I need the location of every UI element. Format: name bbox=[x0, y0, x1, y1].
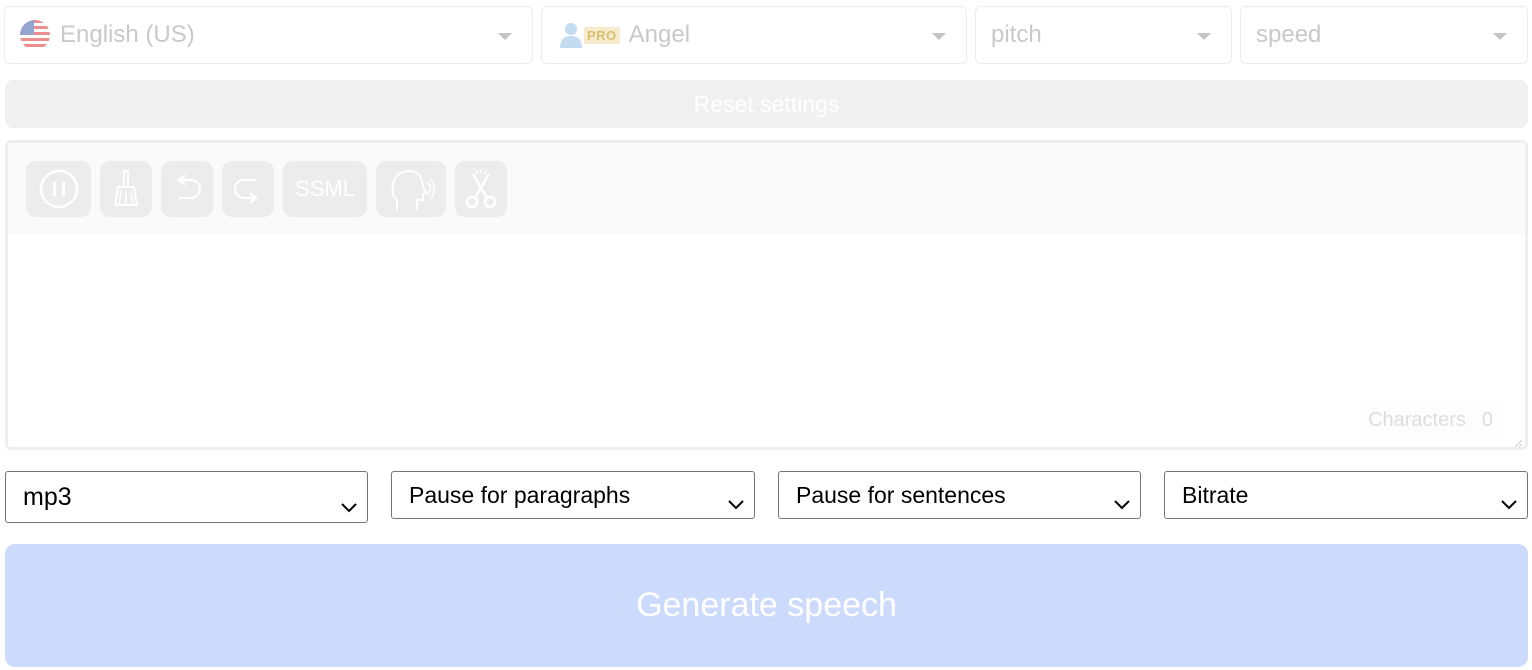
bitrate-select-value: Bitrate bbox=[1182, 481, 1249, 508]
undo-arrow-icon bbox=[169, 171, 205, 207]
chevron-down-icon bbox=[341, 491, 357, 520]
ssml-label: SSML bbox=[295, 176, 355, 201]
paragraph-pause-select-value: Pause for paragraphs bbox=[409, 481, 631, 508]
resize-grip-icon[interactable] bbox=[1513, 435, 1523, 448]
caret-down-icon bbox=[498, 33, 512, 40]
pitch-select[interactable]: pitch bbox=[975, 6, 1232, 64]
chevron-down-icon bbox=[1114, 489, 1130, 516]
redo-arrow-icon bbox=[230, 171, 266, 207]
character-counter-value: 0 bbox=[1481, 408, 1493, 431]
scissors-icon bbox=[463, 168, 499, 210]
speed-select[interactable]: speed bbox=[1240, 6, 1528, 64]
sentence-pause-select[interactable]: Pause for sentences bbox=[778, 471, 1141, 519]
caret-down-icon bbox=[932, 33, 946, 40]
text-editor[interactable]: SSML Characters 0 bbox=[5, 140, 1528, 450]
us-flag-icon bbox=[20, 20, 50, 50]
redo-button[interactable] bbox=[222, 161, 274, 217]
voice-select-value: Angel bbox=[628, 21, 691, 48]
bitrate-select[interactable]: Bitrate bbox=[1164, 471, 1528, 519]
editor-toolbar: SSML bbox=[8, 143, 1525, 234]
ssml-button[interactable]: SSML bbox=[283, 161, 367, 217]
chevron-down-icon bbox=[1501, 489, 1517, 516]
caret-down-icon bbox=[1197, 33, 1211, 40]
format-select-value: mp3 bbox=[23, 482, 72, 511]
voice-select[interactable]: PRO Angel bbox=[541, 6, 967, 64]
broom-icon bbox=[109, 169, 143, 209]
language-select-value: English (US) bbox=[60, 21, 195, 48]
undo-button[interactable] bbox=[161, 161, 213, 217]
clear-button[interactable] bbox=[100, 161, 152, 217]
speed-select-value: speed bbox=[1256, 21, 1322, 48]
reset-settings-button[interactable]: Reset settings bbox=[5, 80, 1528, 128]
language-select[interactable]: English (US) bbox=[4, 6, 533, 64]
pro-badge: PRO bbox=[584, 26, 620, 44]
format-select[interactable]: mp3 bbox=[5, 471, 368, 523]
character-counter: Characters 0 bbox=[1358, 403, 1503, 437]
paragraph-pause-select[interactable]: Pause for paragraphs bbox=[391, 471, 755, 519]
sentence-pause-select-value: Pause for sentences bbox=[796, 481, 1006, 508]
speaking-head-icon bbox=[387, 166, 435, 212]
voice-preview-button[interactable] bbox=[376, 161, 446, 217]
pause-circle-icon bbox=[38, 168, 80, 210]
pause-button[interactable] bbox=[26, 161, 91, 217]
cut-button[interactable] bbox=[455, 161, 507, 217]
character-counter-label: Characters bbox=[1368, 408, 1466, 431]
chevron-down-icon bbox=[728, 489, 744, 516]
generate-speech-button[interactable]: Generate speech bbox=[5, 544, 1528, 667]
caret-down-icon bbox=[1493, 33, 1507, 40]
user-icon bbox=[559, 22, 583, 48]
pitch-select-value: pitch bbox=[991, 21, 1042, 48]
